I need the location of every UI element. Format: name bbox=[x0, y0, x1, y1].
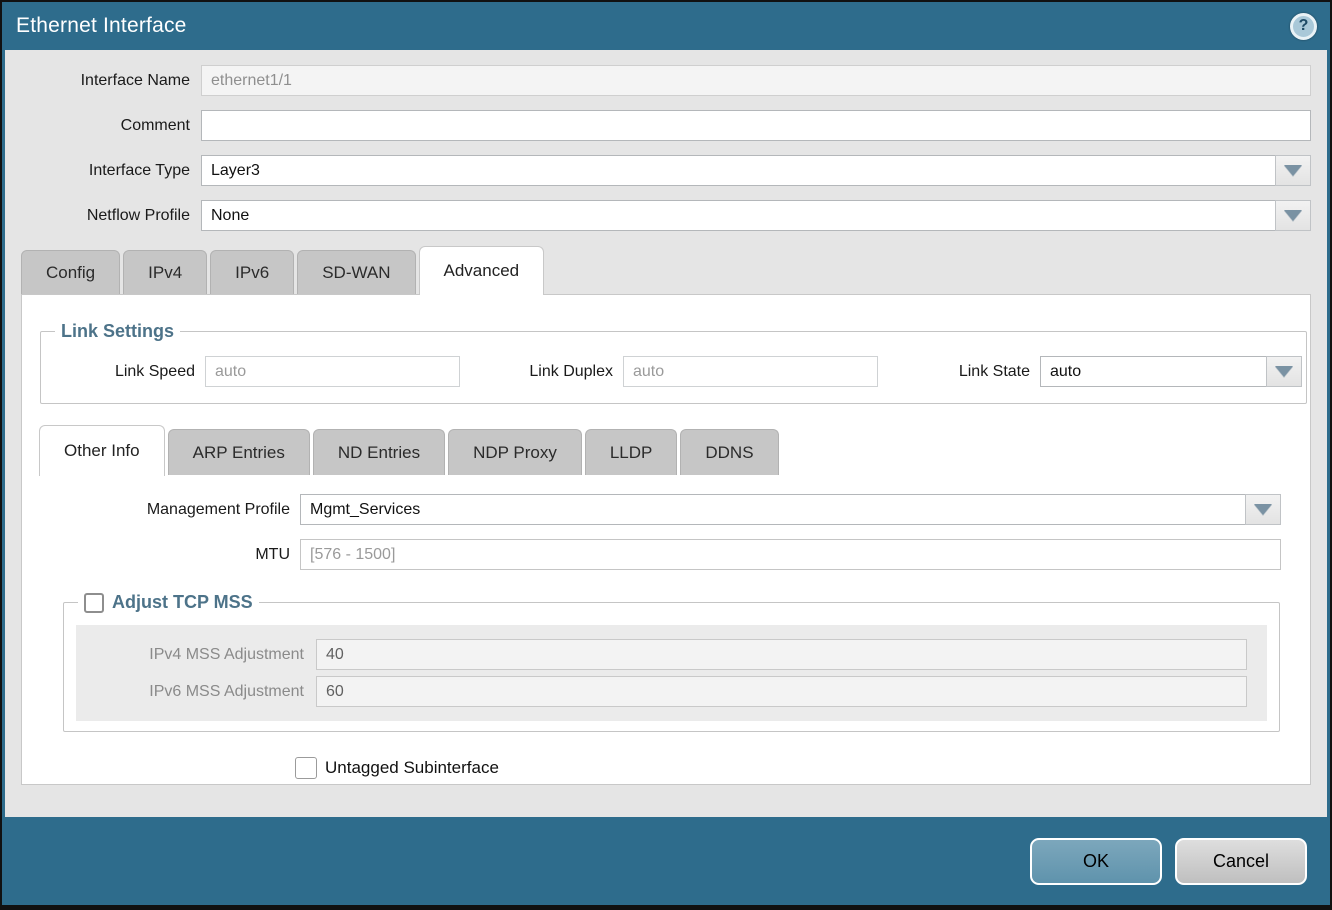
interface-name-field bbox=[201, 65, 1311, 96]
ipv4-mss-label: IPv4 MSS Adjustment bbox=[76, 646, 316, 664]
ipv6-mss-row: IPv6 MSS Adjustment bbox=[76, 676, 1267, 707]
link-duplex-field[interactable] bbox=[623, 356, 878, 387]
tab-lldp[interactable]: LLDP bbox=[585, 429, 678, 475]
chevron-down-icon bbox=[1284, 165, 1302, 176]
link-state-dropdown[interactable] bbox=[1040, 356, 1292, 387]
inner-tabstrip: Other Info ARP Entries ND Entries NDP Pr… bbox=[22, 424, 1310, 475]
advanced-tab-panel: Link Settings Link Speed Link Duplex Lin… bbox=[21, 294, 1311, 785]
ipv4-mss-field bbox=[316, 639, 1247, 670]
management-profile-row: Management Profile bbox=[22, 494, 1310, 525]
other-info-panel: Management Profile MTU bbox=[22, 475, 1310, 584]
tab-ddns[interactable]: DDNS bbox=[680, 429, 778, 475]
dialog-footer: OK Cancel bbox=[5, 817, 1327, 905]
link-settings-row: Link Speed Link Duplex Link State bbox=[51, 348, 1296, 389]
ok-button[interactable]: OK bbox=[1030, 838, 1162, 885]
ethernet-interface-dialog: Ethernet Interface ? Interface Name Comm… bbox=[0, 0, 1332, 910]
chevron-down-icon bbox=[1254, 504, 1272, 515]
help-icon[interactable]: ? bbox=[1290, 13, 1317, 40]
interface-type-label: Interface Type bbox=[5, 162, 201, 180]
link-settings-group: Link Settings Link Speed Link Duplex Lin… bbox=[40, 321, 1307, 404]
tab-ipv6[interactable]: IPv6 bbox=[210, 250, 294, 294]
tab-sdwan[interactable]: SD-WAN bbox=[297, 250, 415, 294]
adjust-tcp-mss-checkbox[interactable] bbox=[84, 593, 104, 613]
tab-advanced[interactable]: Advanced bbox=[419, 246, 545, 295]
tab-ndp-proxy[interactable]: NDP Proxy bbox=[448, 429, 582, 475]
tab-config[interactable]: Config bbox=[21, 250, 120, 294]
ipv4-mss-row: IPv4 MSS Adjustment bbox=[76, 639, 1267, 670]
link-speed-label: Link Speed bbox=[55, 363, 205, 381]
interface-type-dropdown-button[interactable] bbox=[1275, 155, 1311, 186]
tab-arp-entries[interactable]: ARP Entries bbox=[168, 429, 310, 475]
ipv6-mss-field bbox=[316, 676, 1247, 707]
dialog-title: Ethernet Interface bbox=[16, 14, 187, 38]
body-bottom-spacer bbox=[5, 785, 1327, 817]
chevron-down-icon bbox=[1275, 366, 1293, 377]
netflow-profile-value[interactable] bbox=[201, 200, 1275, 231]
adjust-tcp-mss-group: Adjust TCP MSS IPv4 MSS Adjustment IPv6 … bbox=[63, 592, 1280, 732]
dialog-body: Interface Name Comment Interface Type bbox=[5, 50, 1327, 817]
main-tabstrip: Config IPv4 IPv6 SD-WAN Advanced bbox=[5, 245, 1327, 294]
interface-name-row: Interface Name bbox=[5, 65, 1327, 96]
link-duplex-label: Link Duplex bbox=[508, 363, 623, 381]
mtu-row: MTU bbox=[22, 539, 1310, 570]
management-profile-label: Management Profile bbox=[22, 501, 300, 519]
untagged-subinterface-label: Untagged Subinterface bbox=[325, 758, 499, 778]
link-state-dropdown-button[interactable] bbox=[1266, 356, 1302, 387]
link-state-label: Link State bbox=[940, 363, 1040, 381]
mtu-label: MTU bbox=[22, 546, 300, 564]
interface-type-dropdown[interactable] bbox=[201, 155, 1311, 186]
untagged-subinterface-row: Untagged Subinterface bbox=[295, 757, 1310, 779]
mtu-field[interactable] bbox=[300, 539, 1281, 570]
management-profile-dropdown[interactable] bbox=[300, 494, 1281, 525]
comment-label: Comment bbox=[5, 117, 201, 135]
link-settings-legend: Link Settings bbox=[55, 321, 180, 342]
untagged-subinterface-checkbox[interactable] bbox=[295, 757, 317, 779]
cancel-button[interactable]: Cancel bbox=[1175, 838, 1307, 885]
netflow-profile-label: Netflow Profile bbox=[5, 207, 201, 225]
netflow-profile-row: Netflow Profile bbox=[5, 200, 1327, 231]
comment-row: Comment bbox=[5, 110, 1327, 141]
adjust-tcp-mss-legend-text: Adjust TCP MSS bbox=[112, 592, 253, 613]
management-profile-dropdown-button[interactable] bbox=[1245, 494, 1281, 525]
interface-type-row: Interface Type bbox=[5, 155, 1327, 186]
netflow-profile-dropdown-button[interactable] bbox=[1275, 200, 1311, 231]
mss-disabled-block: IPv4 MSS Adjustment IPv6 MSS Adjustment bbox=[76, 625, 1267, 721]
tab-nd-entries[interactable]: ND Entries bbox=[313, 429, 445, 475]
chevron-down-icon bbox=[1284, 210, 1302, 221]
tab-ipv4[interactable]: IPv4 bbox=[123, 250, 207, 294]
interface-type-value[interactable] bbox=[201, 155, 1275, 186]
link-state-value[interactable] bbox=[1040, 356, 1266, 387]
top-form: Interface Name Comment Interface Type bbox=[5, 50, 1327, 245]
comment-field[interactable] bbox=[201, 110, 1311, 141]
netflow-profile-dropdown[interactable] bbox=[201, 200, 1311, 231]
tab-other-info[interactable]: Other Info bbox=[39, 425, 165, 476]
management-profile-value[interactable] bbox=[300, 494, 1245, 525]
adjust-tcp-mss-legend: Adjust TCP MSS bbox=[78, 592, 259, 613]
link-speed-field[interactable] bbox=[205, 356, 460, 387]
dialog-titlebar: Ethernet Interface ? bbox=[5, 2, 1327, 50]
ipv6-mss-label: IPv6 MSS Adjustment bbox=[76, 683, 316, 701]
interface-name-label: Interface Name bbox=[5, 72, 201, 90]
